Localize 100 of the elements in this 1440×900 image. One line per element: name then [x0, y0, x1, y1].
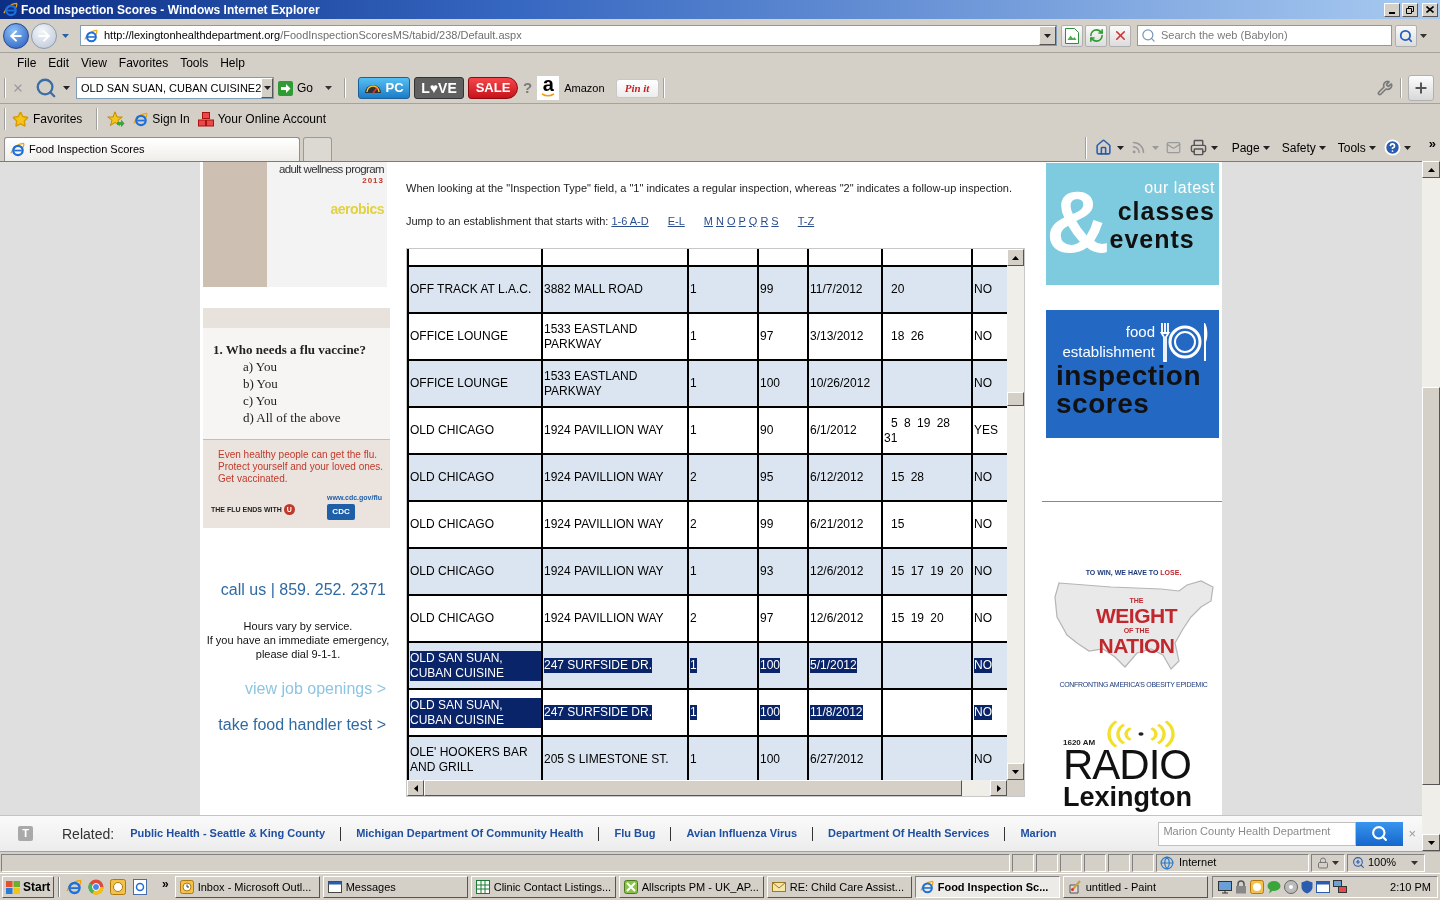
toolbar-button[interactable]: L♥VE	[414, 77, 464, 99]
taskbar-button[interactable]: untitled - Paint	[1062, 876, 1208, 898]
taskbar-button[interactable]: Inbox - Microsoft Outl...	[174, 876, 320, 898]
status-panel	[1084, 853, 1106, 872]
letter-link[interactable]: R	[760, 215, 769, 228]
table-cell: 99	[759, 267, 809, 312]
favorites-button[interactable]: Favorites	[12, 110, 83, 128]
letter-link[interactable]: N	[715, 215, 724, 228]
scroll-down-button[interactable]	[1422, 834, 1440, 851]
menu-item[interactable]: Tools	[174, 55, 215, 71]
scroll-up-button[interactable]	[1007, 249, 1024, 266]
banner-heading: classes	[1117, 197, 1215, 225]
letter-link[interactable]: 1-6 A-D	[611, 215, 649, 228]
taskbar-button[interactable]: Food Inspection Sc...	[914, 876, 1060, 898]
related-link[interactable]: Flu Bug	[614, 827, 656, 840]
related-link[interactable]: Michigan Department Of Community Health	[356, 827, 584, 840]
letter-link[interactable]: E-L	[667, 215, 685, 228]
arrow-right-icon	[278, 80, 293, 96]
caret-icon	[1151, 145, 1159, 150]
table-cell: OLD CHICAGO	[409, 455, 543, 500]
address-field[interactable]: http://lexingtonhealthdepartment.org/FoodInspectionScoresMS/tabid/238/Default.aspx	[80, 25, 1057, 46]
shop-link[interactable]: Amazon	[564, 81, 605, 95]
scroll-thumb[interactable]	[1422, 387, 1440, 785]
start-button[interactable]: Start	[2, 876, 54, 898]
letter-link[interactable]: T-Z	[797, 215, 815, 228]
close-button[interactable]	[1422, 2, 1438, 17]
related-link[interactable]: Avian Influenza Virus	[686, 827, 798, 840]
browser-tab[interactable]: Food Inspection Scores	[4, 137, 300, 161]
refresh-button[interactable]	[1085, 24, 1107, 47]
taskbar-button[interactable]: RE: Child Care Assist...	[766, 876, 912, 898]
print-button[interactable]	[1189, 139, 1207, 156]
triangle-left-icon	[413, 784, 418, 792]
dropdown-button[interactable]	[261, 78, 273, 98]
letter-link[interactable]: S	[771, 215, 779, 228]
help-button[interactable]	[1383, 139, 1401, 156]
menu-item[interactable]: View	[75, 55, 113, 71]
menu-item[interactable]: Help	[214, 55, 251, 71]
related-link[interactable]: Department Of Health Services	[828, 827, 990, 840]
ad-tagline: aerobics	[330, 201, 384, 217]
scroll-thumb[interactable]	[1007, 392, 1024, 406]
scroll-right-button[interactable]	[990, 780, 1007, 796]
restore-button[interactable]	[1402, 2, 1418, 17]
scroll-up-button[interactable]	[1422, 161, 1440, 178]
arrow-right-icon	[36, 27, 52, 44]
letter-link[interactable]: O	[726, 215, 736, 228]
scroll-down-button[interactable]	[1007, 763, 1024, 780]
caret-icon	[1420, 33, 1427, 38]
home-button[interactable]	[1094, 139, 1112, 156]
menu-item[interactable]: File	[11, 55, 43, 71]
menu-item[interactable]: Edit	[42, 55, 76, 71]
search-combobox[interactable]: OLD SAN SUAN, CUBAN CUISINE2	[76, 77, 274, 99]
plus-icon	[1413, 80, 1429, 96]
compatibility-view-button[interactable]	[1061, 24, 1083, 47]
letter-link[interactable]: Q	[748, 215, 758, 228]
caret-icon	[1116, 145, 1124, 150]
letter-link[interactable]: P	[738, 215, 746, 228]
zone-label: Internet	[1179, 856, 1217, 869]
toolbar-button[interactable]: SALE	[468, 77, 518, 99]
search-field[interactable]: Search the web (Babylon)	[1137, 25, 1392, 46]
taskbar-button[interactable]: Messages	[322, 876, 468, 898]
table-cell: 20	[883, 267, 973, 312]
hours-text: Hours vary by service. If you have an immediate emergency, please dial 9-1-1.	[205, 619, 391, 661]
search-button[interactable]	[1395, 24, 1417, 47]
inspection-type-note: When looking at the "Inspection Type" field, a "1" indicates a regular inspection, whereas "2" indicates a follow-up inspection.	[406, 182, 1013, 195]
command-menu[interactable]: Tools	[1337, 140, 1376, 155]
letter-link[interactable]: M	[703, 215, 713, 228]
command-menu[interactable]: Safety	[1281, 140, 1326, 155]
search-button[interactable]	[1356, 821, 1404, 846]
dropdown-button[interactable]	[1039, 26, 1056, 45]
taskbar-button[interactable]: Clinic Contact Listings...	[470, 876, 616, 898]
tools-button[interactable]	[1376, 79, 1394, 97]
browser-logo-icon	[919, 880, 934, 894]
caret-icon	[1210, 145, 1218, 150]
favorites-link[interactable]: Your Online Account	[197, 110, 327, 128]
back-button[interactable]	[3, 22, 29, 49]
command-menu[interactable]: Page	[1231, 140, 1270, 155]
stop-button[interactable]	[1109, 24, 1131, 47]
related-link[interactable]: Marion	[1020, 827, 1057, 840]
search-placeholder: Marion County Health Department	[1163, 824, 1331, 838]
letter-logo-button[interactable]: a	[537, 76, 560, 100]
minimize-button[interactable]	[1384, 2, 1400, 17]
taskbar-button[interactable]: Allscripts PM - UK_AP...	[618, 876, 764, 898]
table-cell: OLD SAN SUAN, CUBAN CUISINE	[409, 643, 543, 688]
caret-icon	[263, 86, 271, 90]
zoom-button[interactable]: 100%	[1347, 853, 1425, 872]
scroll-left-button[interactable]	[407, 780, 424, 796]
sidebar-link[interactable]: take food handler test >	[218, 715, 393, 734]
table-cell: 1924 PAVILLION WAY	[543, 408, 689, 453]
go-button[interactable]: Go	[278, 77, 313, 99]
protected-mode-button[interactable]	[1311, 853, 1345, 872]
more-button[interactable]: »	[162, 877, 169, 891]
related-search-field[interactable]: Marion County Health Department	[1158, 821, 1357, 846]
more-button[interactable]: »	[1428, 136, 1436, 151]
menu-item[interactable]: Favorites	[112, 55, 175, 71]
padlock-icon	[1235, 880, 1247, 894]
pin-it-button[interactable]: Pin it	[615, 78, 659, 98]
related-link[interactable]: Public Health - Seattle & King County	[130, 827, 326, 840]
banner-title: WEIGHT	[1096, 605, 1177, 627]
favorites-link[interactable]: Sign In	[133, 110, 190, 128]
add-button[interactable]	[1408, 75, 1434, 101]
